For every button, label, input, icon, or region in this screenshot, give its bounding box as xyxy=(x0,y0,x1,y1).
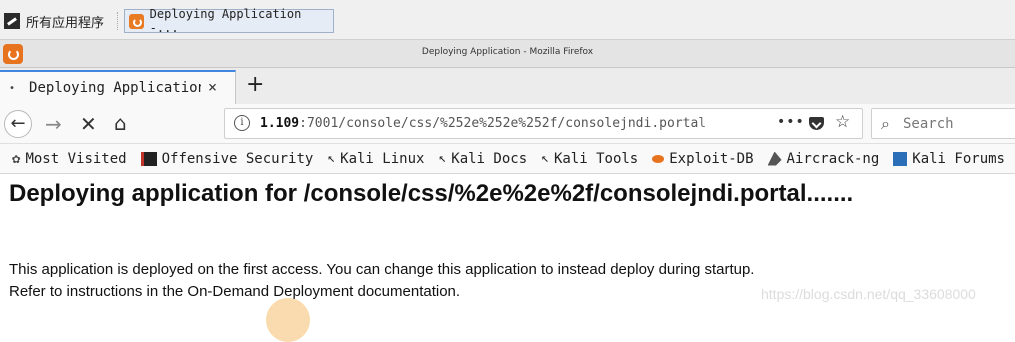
bookmark-kali-tools[interactable]: ↖ Kali Tools xyxy=(541,151,638,167)
page-heading: Deploying application for /console/css/%… xyxy=(9,180,854,207)
url-fade xyxy=(695,111,740,136)
bookmark-kali-docs[interactable]: ↖ Kali Docs xyxy=(438,151,527,167)
mouse-cursor-highlight xyxy=(266,298,310,342)
bookmark-aircrack-ng[interactable]: Aircrack-ng xyxy=(767,150,880,167)
bookmark-label: Most Visited xyxy=(25,150,127,167)
url-path: :7001/console/css/%252e%252e%252f/consol… xyxy=(299,116,707,131)
search-placeholder: Search xyxy=(903,116,954,132)
kali-dragon-icon: ↖ xyxy=(541,151,549,166)
kali-dragon-icon: ↖ xyxy=(327,151,336,166)
aircrack-icon xyxy=(767,151,782,166)
navigation-toolbar: ← → ✕ ⌂ i 1.109:7001/console/css/%252e%2… xyxy=(0,104,1015,144)
exploitdb-icon xyxy=(652,154,665,163)
site-info-icon[interactable]: i xyxy=(234,115,250,131)
taskbar-window-button[interactable]: Deploying Application -... xyxy=(124,7,334,35)
search-icon: ⌕ xyxy=(881,114,890,133)
bookmark-most-visited[interactable]: ✿ Most Visited xyxy=(12,151,127,167)
forward-button[interactable]: → xyxy=(45,114,62,134)
tab-deploying-application[interactable]: • Deploying Application × xyxy=(0,70,236,104)
bookmark-label: Kali Linux xyxy=(340,150,425,167)
bookmark-kali-linux[interactable]: ↖ Kali Linux xyxy=(327,151,424,167)
taskbar-separator xyxy=(117,12,120,30)
window-title: Deploying Application - Mozilla Firefox xyxy=(421,47,594,57)
tab-bar: • Deploying Application × + xyxy=(0,68,1015,104)
new-tab-button[interactable]: + xyxy=(246,72,264,98)
watermark-text: https://blog.csdn.net/qq_33608000 xyxy=(761,286,976,302)
bookmark-kali-forums[interactable]: Kali Forums xyxy=(893,151,1005,167)
kali-dragon-icon: ↖ xyxy=(438,151,447,166)
window-titlebar: Deploying Application - Mozilla Firefox xyxy=(0,40,1015,68)
firefox-icon xyxy=(129,13,144,29)
bookmark-label: Offensive Security xyxy=(161,150,314,167)
bookmark-label: Exploit-DB xyxy=(669,150,754,167)
kali-forums-icon xyxy=(893,151,908,166)
back-button[interactable]: ← xyxy=(4,110,32,138)
bookmark-label: Kali Forums xyxy=(912,150,1005,167)
page-content: Deploying application for /console/css/%… xyxy=(0,174,1015,342)
tab-label: Deploying Application xyxy=(29,80,202,96)
gear-icon: ✿ xyxy=(12,150,21,167)
stop-button[interactable]: ✕ xyxy=(80,114,97,134)
url-bar[interactable]: i 1.109:7001/console/css/%252e%252e%252f… xyxy=(224,108,863,139)
bookmark-offensive-security[interactable]: Offensive Security xyxy=(140,150,314,167)
url-host: 1.109 xyxy=(260,116,300,131)
tab-close-icon[interactable]: × xyxy=(208,78,217,96)
search-input[interactable]: ⌕ Search xyxy=(871,108,1015,139)
page-actions-menu-icon[interactable]: ••• xyxy=(777,114,805,130)
description-line-1: This application is deployed on the firs… xyxy=(9,261,755,278)
desktop-taskbar: 所有应用程序 Deploying Application -... xyxy=(0,0,1015,40)
page-description: This application is deployed on the firs… xyxy=(9,259,754,303)
bookmark-exploit-db[interactable]: Exploit-DB xyxy=(652,150,754,167)
taskbar-window-label: Deploying Application -... xyxy=(149,7,302,35)
all-apps-menu[interactable]: 所有应用程序 xyxy=(4,10,104,32)
bookmarks-toolbar: ✿ Most Visited Offensive Security ↖ Kali… xyxy=(0,144,1015,174)
bookmark-star-icon[interactable]: ☆ xyxy=(835,112,850,132)
pocket-icon[interactable] xyxy=(809,117,824,130)
all-apps-label: 所有应用程序 xyxy=(26,15,105,31)
offsec-icon xyxy=(140,151,157,166)
bookmark-label: Kali Docs xyxy=(451,150,528,167)
bookmark-label: Kali Tools xyxy=(553,150,639,167)
url-text[interactable]: 1.109:7001/console/css/%252e%252e%252f/c… xyxy=(260,116,736,131)
home-button[interactable]: ⌂ xyxy=(114,113,127,133)
tab-loading-indicator-icon: • xyxy=(9,82,16,94)
kali-menu-icon xyxy=(4,13,20,29)
description-line-2: Refer to instructions in the On-Demand D… xyxy=(9,283,461,300)
bookmark-label: Aircrack-ng xyxy=(786,150,880,167)
